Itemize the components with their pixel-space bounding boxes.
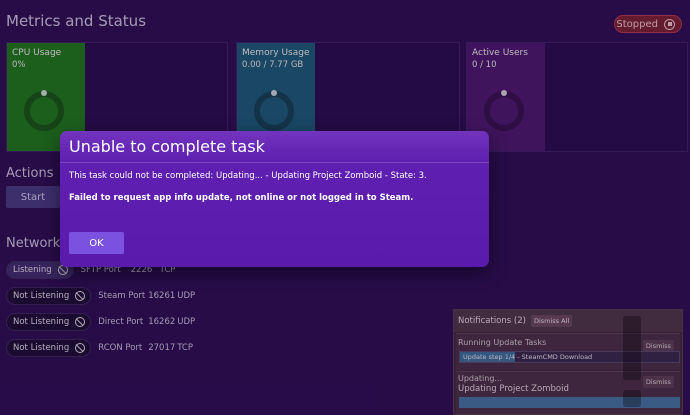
dialog-divider (60, 162, 489, 163)
dialog-message: This task could not be completed: Updati… (69, 171, 427, 181)
dialog-detail: Failed to request app info update, not o… (69, 193, 414, 203)
dialog-title: Unable to complete task (69, 137, 265, 156)
ok-button[interactable]: OK (69, 232, 124, 254)
error-dialog: Unable to complete task This task could … (60, 131, 489, 267)
